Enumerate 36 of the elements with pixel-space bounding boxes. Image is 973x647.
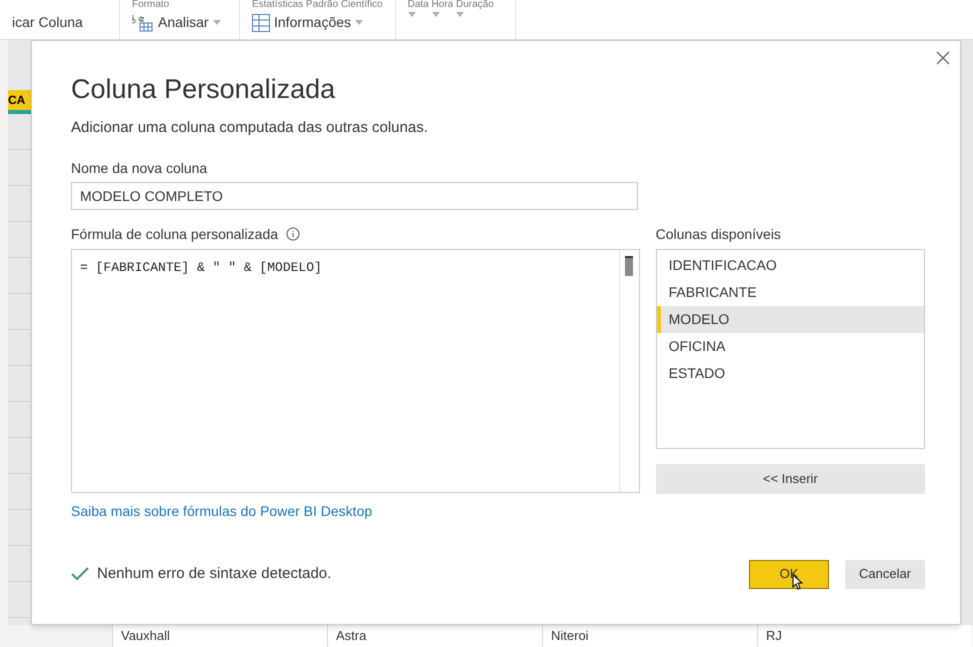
caret-icon	[355, 20, 364, 25]
close-icon[interactable]	[936, 51, 950, 65]
field-label: Colunas disponíveis	[656, 224, 782, 244]
ribbon-group-title: Data Hora Duração	[408, 0, 495, 10]
insert-button[interactable]: << Inserir	[656, 464, 925, 494]
field-label: Fórmula de coluna personalizada	[71, 224, 278, 244]
ribbon-button[interactable]: icar Coluna	[12, 12, 83, 33]
table-cell: Vauxhall	[112, 625, 327, 647]
table-cell: RJ	[757, 625, 972, 647]
field-label: Nome da nova coluna	[71, 158, 208, 178]
column-item[interactable]: FABRICANTE	[656, 278, 924, 306]
dialog-title: Coluna Personalizada	[71, 73, 336, 106]
ribbon-button[interactable]: Analisar	[132, 12, 221, 33]
table-cell: Niteroi	[542, 625, 757, 647]
info-icon	[286, 227, 300, 241]
help-link[interactable]: Saiba mais sobre fórmulas do Power BI Desktop	[71, 500, 640, 522]
ribbon-group-title: Estatísticas Padrão Científico	[252, 0, 383, 10]
scrollbar-thumb[interactable]	[625, 256, 634, 276]
ribbon-button[interactable]: Informações	[252, 12, 364, 33]
cancel-button[interactable]: Cancelar	[845, 560, 925, 588]
ok-button[interactable]: OK	[749, 560, 829, 588]
column-header[interactable]: CA	[8, 90, 32, 114]
caret-icon	[212, 20, 221, 25]
table-cell: Astra	[327, 625, 542, 647]
column-name-field[interactable]: MODELO COMPLETO	[71, 182, 638, 210]
caret-icon	[432, 12, 440, 17]
column-item[interactable]: OFICINA	[656, 332, 924, 360]
dialog-description: Adicionar uma coluna computada das outras colunas.	[71, 118, 429, 138]
caret-icon	[408, 12, 416, 17]
syntax-status: Nenhum erro de sintaxe detectado.	[97, 564, 332, 584]
caret-icon	[456, 12, 464, 17]
ribbon-group-title: Formato	[132, 0, 170, 10]
column-item[interactable]: IDENTIFICACAO	[656, 252, 924, 278]
column-item[interactable]: ESTADO	[656, 360, 924, 386]
formula-editor[interactable]: = [FABRICANTE] & " " & [MODELO]	[71, 248, 640, 492]
column-item[interactable]: MODELO	[656, 306, 924, 332]
